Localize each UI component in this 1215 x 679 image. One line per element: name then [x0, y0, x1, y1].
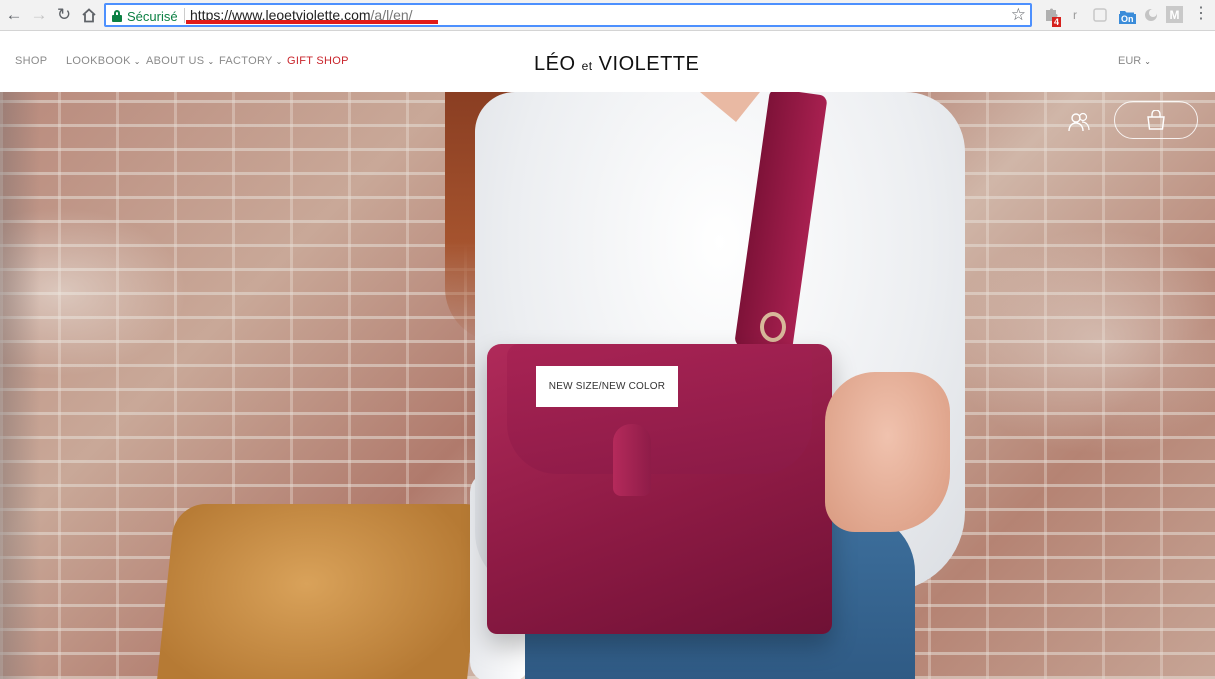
- hero-photo-bag-flap: [507, 344, 812, 474]
- address-separator: [184, 8, 185, 23]
- hero-photo-bag-clasp: [613, 424, 651, 496]
- hero-photo-hand: [825, 372, 950, 532]
- nav-lookbook[interactable]: LOOKBOOK ⌄: [66, 55, 141, 67]
- chevron-down-icon: ⌄: [133, 57, 141, 66]
- nav-lookbook-label: LOOKBOOK: [66, 55, 131, 67]
- reload-icon[interactable]: ↻: [54, 5, 74, 25]
- cart-button[interactable]: [1114, 101, 1198, 139]
- site-logo[interactable]: LÉO et VIOLETTE: [534, 53, 699, 76]
- nav-about-us[interactable]: ABOUT US ⌄: [146, 55, 214, 67]
- logo-violette: VIOLETTE: [598, 53, 700, 75]
- security-indicator[interactable]: Sécurisé: [112, 8, 178, 24]
- hero-photo-chair: [154, 504, 486, 679]
- new-size-color-badge[interactable]: NEW SIZE/NEW COLOR: [536, 366, 678, 407]
- extension-badge-count: 4: [1052, 17, 1062, 27]
- back-arrow-icon[interactable]: ←: [4, 5, 24, 25]
- chevron-down-icon: ⌄: [1144, 57, 1151, 66]
- secure-label: Sécurisé: [127, 8, 178, 24]
- logo-et: et: [581, 59, 593, 73]
- extension-on-label: On: [1119, 14, 1136, 24]
- nav-gift-label: GIFT SHOP: [287, 55, 349, 67]
- extension-m-icon[interactable]: M: [1166, 6, 1183, 23]
- currency-selector[interactable]: EUR ⌄: [1118, 55, 1151, 67]
- extension-c-icon[interactable]: [1092, 6, 1108, 24]
- currency-label: EUR: [1118, 55, 1142, 67]
- nav-gift-shop[interactable]: GIFT SHOP: [287, 55, 349, 67]
- forward-arrow-icon[interactable]: →: [29, 5, 49, 25]
- logo-leo: LÉO: [534, 53, 576, 75]
- extension-r-icon[interactable]: r: [1068, 6, 1082, 24]
- browser-toolbar: ← → ↻ Sécurisé https://www.leoetviolette…: [0, 0, 1215, 31]
- url-highlight-underline: [186, 20, 438, 24]
- browser-menu-icon[interactable]: ⋮: [1193, 4, 1209, 24]
- nav-about-label: ABOUT US: [146, 55, 205, 67]
- account-icon[interactable]: [1066, 111, 1092, 133]
- site-header: SHOP LOOKBOOK ⌄ ABOUT US ⌄ FACTORY ⌄ GIFT S…: [0, 31, 1215, 92]
- chevron-down-icon: ⌄: [207, 57, 215, 66]
- home-icon[interactable]: [79, 5, 99, 25]
- hero-photo-strap-ring: [760, 312, 786, 342]
- hero-photo-shade: [0, 92, 40, 679]
- nav-factory-label: FACTORY: [219, 55, 273, 67]
- nav-factory[interactable]: FACTORY ⌄: [219, 55, 283, 67]
- nav-shop[interactable]: SHOP: [15, 55, 47, 67]
- bookmark-star-icon[interactable]: ☆: [1011, 5, 1026, 25]
- chevron-down-icon: ⌄: [275, 57, 283, 66]
- lock-icon: [112, 10, 122, 22]
- extension-moon-icon[interactable]: [1143, 6, 1159, 24]
- shopping-bag-icon: [1147, 110, 1165, 130]
- nav-shop-label: SHOP: [15, 55, 48, 67]
- hero-banner[interactable]: NEW SIZE/NEW COLOR: [0, 92, 1215, 679]
